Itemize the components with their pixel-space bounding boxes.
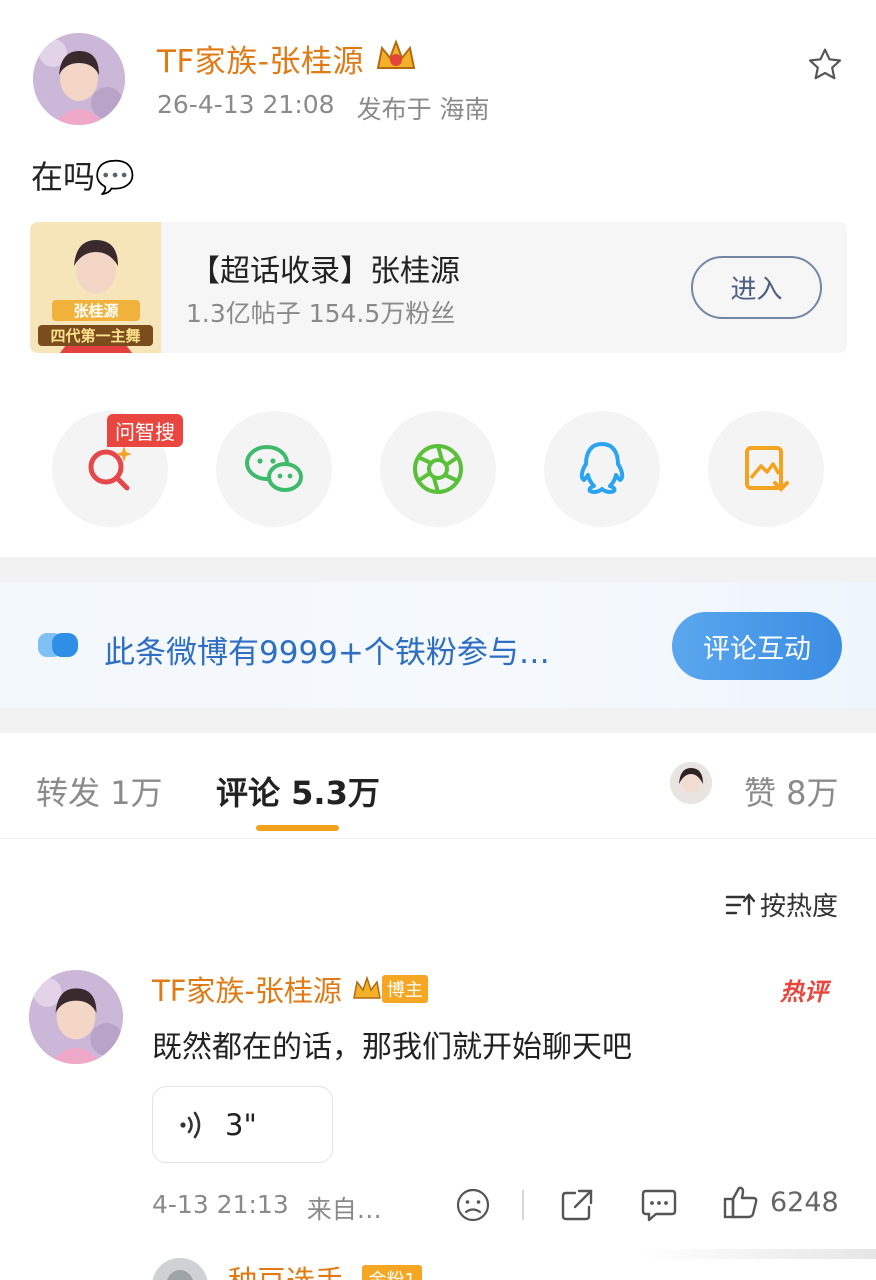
dislike-face-icon[interactable] xyxy=(452,1184,494,1226)
sort-label: 按热度 xyxy=(760,892,839,922)
thumbs-up-icon xyxy=(723,1186,758,1219)
liker-avatar[interactable] xyxy=(670,762,712,804)
thumb-caption-2: 四代第一主舞 xyxy=(38,325,153,346)
post-location: 发布于 海南 xyxy=(356,95,490,124)
section-divider-2 xyxy=(0,708,876,733)
supertopic-thumbnail: 张桂源 四代第一主舞 xyxy=(30,222,161,353)
supertopic-stats: 1.3亿帖子 154.5万粉丝 xyxy=(186,299,456,328)
fan-badge-icon xyxy=(38,633,78,657)
sort-icon xyxy=(725,892,756,915)
wechat-icon xyxy=(245,445,303,492)
commenter-avatar[interactable] xyxy=(29,970,123,1064)
sort-control[interactable]: 按热度 xyxy=(724,886,838,923)
fan-banner-text: 此条微博有9999+个铁粉参与… xyxy=(104,635,550,671)
share-moments-button[interactable] xyxy=(380,411,496,527)
comment-meta: 4-13 21:13 来自… xyxy=(152,1190,382,1226)
like-count: 6248 xyxy=(770,1186,839,1218)
star-outline-icon[interactable] xyxy=(802,42,848,88)
author-avatar[interactable] xyxy=(33,33,125,125)
ai-search-badge: 问智搜 xyxy=(107,414,183,447)
post-text: 在吗💬 xyxy=(31,158,135,196)
tabs-divider xyxy=(0,838,876,839)
comment-author-name[interactable]: TF家族-张桂源 xyxy=(152,968,342,1010)
supertopic-card[interactable]: 张桂源 四代第一主舞 【超话收录】张桂源 1.3亿帖子 154.5万粉丝 进入 xyxy=(30,222,847,353)
tab-comments[interactable]: 评论 5.3万 xyxy=(216,768,380,814)
comment-author-row: TF家族-张桂源 博主 xyxy=(152,968,428,1010)
moments-icon xyxy=(413,444,463,494)
like-button[interactable]: 6248 xyxy=(722,1184,839,1220)
ai-search-icon xyxy=(88,446,132,491)
host-tag-label: 博主 xyxy=(381,975,428,1003)
next-comment-tag: 金粉1 xyxy=(362,1265,422,1280)
comment-text: 既然都在的话，那我们就开始聊天吧 xyxy=(152,1030,632,1065)
share-qq-button[interactable] xyxy=(544,411,660,527)
save-image-icon xyxy=(745,446,789,492)
footer-divider xyxy=(522,1190,524,1220)
active-tab-indicator xyxy=(256,825,339,831)
post-timestamp: 26-4-13 21:08 xyxy=(157,90,335,119)
voice-duration: 3" xyxy=(225,1107,257,1142)
hot-comment-tag: 热评 xyxy=(780,978,828,1006)
post-meta: 26-4-13 21:08 发布于 海南 xyxy=(157,90,490,126)
enter-button[interactable]: 进入 xyxy=(691,256,822,319)
voice-wave-icon xyxy=(180,1111,201,1138)
comment-icon[interactable] xyxy=(638,1184,680,1226)
thumb-caption-1: 张桂源 xyxy=(52,300,140,321)
fan-banner[interactable]: 此条微博有9999+个铁粉参与… 评论互动 xyxy=(0,582,876,708)
next-comment-author-name[interactable]: 种豆选手- xyxy=(228,1258,354,1280)
next-comment-author-row: 种豆选手- 金粉1 xyxy=(228,1258,422,1280)
author-row: TF家族-张桂源 xyxy=(157,36,418,80)
scroll-shadow xyxy=(640,1249,876,1259)
weibo-post-page: TF家族-张桂源 26-4-13 21:08 发布于 海南 在吗💬 张桂源 四代… xyxy=(0,0,876,1280)
section-divider xyxy=(0,557,876,582)
crown-badge-icon xyxy=(374,38,418,78)
comment-timestamp: 4-13 21:13 xyxy=(152,1190,289,1219)
comment-interact-button[interactable]: 评论互动 xyxy=(672,612,842,680)
crown-small-icon xyxy=(352,976,381,999)
comment-source: 来自… xyxy=(306,1195,382,1224)
supertopic-title: 【超话收录】张桂源 xyxy=(190,254,460,289)
tab-repost[interactable]: 转发 1万 xyxy=(36,768,163,814)
tab-likes[interactable]: 赞 8万 xyxy=(744,768,839,814)
share-wechat-button[interactable] xyxy=(216,411,332,527)
voice-message[interactable]: 3" xyxy=(152,1086,333,1163)
author-name[interactable]: TF家族-张桂源 xyxy=(157,36,364,81)
share-icon[interactable] xyxy=(556,1184,598,1226)
next-commenter-avatar[interactable] xyxy=(152,1258,208,1280)
qq-icon xyxy=(579,442,625,494)
host-tag: 博主 xyxy=(352,975,428,1003)
share-save-image-button[interactable] xyxy=(708,411,824,527)
